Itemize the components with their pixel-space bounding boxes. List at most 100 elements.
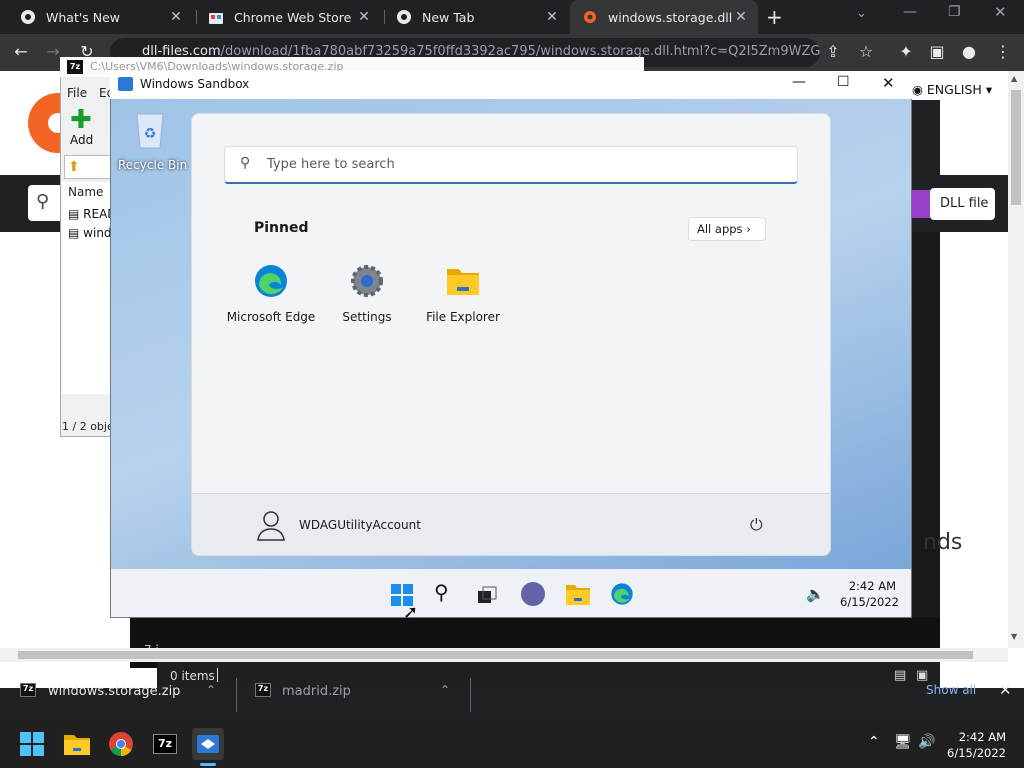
sandbox-taskbar — [111, 569, 911, 617]
task-view-icon[interactable] — [477, 585, 497, 605]
close-window-icon[interactable]: ✕ — [882, 74, 895, 92]
star-icon[interactable]: ☆ — [855, 42, 877, 61]
chevron-up-icon[interactable]: ⌃ — [206, 683, 216, 697]
file-explorer-icon[interactable] — [565, 582, 591, 606]
purple-accent — [910, 190, 930, 218]
7zip-path-bar[interactable]: ⬆ — [64, 155, 114, 179]
web-store-icon — [209, 13, 223, 24]
divider — [236, 678, 237, 712]
tab-new-tab[interactable]: New Tab ✕ — [384, 0, 569, 34]
share-icon[interactable]: ⇪ — [822, 42, 844, 61]
sandbox-taskbar-icon[interactable] — [192, 728, 224, 760]
extensions-icon[interactable]: ✦ — [895, 42, 917, 61]
tab-title: What's New — [46, 9, 121, 25]
h-scroll-thumb[interactable] — [18, 651, 973, 659]
clock-date: 6/15/2022 — [947, 746, 1006, 760]
user-avatar-icon[interactable] — [255, 508, 287, 542]
minimize-icon[interactable]: — — [903, 4, 917, 20]
chevron-up-icon[interactable]: ⌃ — [440, 683, 450, 697]
show-all-button[interactable]: Show all — [926, 683, 976, 697]
dll-file-button[interactable]: DLL file — [930, 188, 995, 220]
close-icon[interactable]: ✕ — [543, 9, 561, 25]
chrome-icon — [397, 10, 411, 24]
recycle-bin-icon[interactable]: ♻ — [132, 108, 168, 150]
all-apps-button[interactable]: All apps › — [688, 217, 766, 241]
close-icon[interactable]: ✕ — [999, 681, 1012, 699]
add-icon[interactable]: ✚ — [70, 107, 92, 133]
page-partial-text: nds — [923, 530, 963, 555]
user-name[interactable]: WDAGUtilityAccount — [299, 518, 421, 532]
add-button-label[interactable]: Add — [70, 133, 93, 147]
divider — [470, 678, 471, 712]
chevron-right-icon: › — [746, 222, 751, 236]
browser-tab-strip: What's New ✕ Chrome Web Store - Ex ✕ New… — [0, 0, 1024, 34]
maximize-icon[interactable]: ☐ — [837, 74, 850, 90]
caret-down-icon: ▾ — [985, 82, 993, 97]
search-input[interactable]: Type here to search — [224, 146, 798, 184]
tab-whats-new[interactable]: What's New ✕ — [8, 0, 193, 34]
file-icon: ▤ — [68, 226, 80, 240]
network-icon[interactable]: 🖥 — [894, 734, 912, 750]
scroll-up-icon[interactable]: ▲ — [1011, 74, 1017, 83]
large-icons-view-icon[interactable]: ▣ — [916, 668, 928, 683]
pinned-app-edge[interactable]: Microsoft Edge — [223, 263, 319, 324]
edge-icon[interactable] — [610, 582, 634, 606]
gear-icon — [584, 11, 596, 23]
tab-chrome-web-store[interactable]: Chrome Web Store - Ex ✕ — [196, 0, 381, 34]
7zip-taskbar-icon[interactable]: 7z — [149, 728, 181, 760]
tab-title: New Tab — [422, 9, 475, 25]
sidepanel-icon[interactable]: ▣ — [926, 42, 948, 61]
scroll-thumb[interactable] — [1011, 90, 1021, 205]
chevron-up-icon[interactable]: ⌃ — [868, 734, 880, 750]
taskbar-clock[interactable]: 2:42 AM 6/15/2022 — [946, 729, 1006, 761]
volume-icon[interactable]: 🔊 — [918, 734, 935, 750]
close-icon[interactable]: ✕ — [167, 9, 185, 25]
back-icon[interactable]: ← — [10, 42, 32, 61]
chrome-icon — [21, 10, 35, 24]
menu-icon[interactable]: ⋮ — [992, 42, 1014, 61]
chat-icon[interactable] — [521, 582, 545, 606]
pinned-app-file-explorer[interactable]: File Explorer — [415, 263, 511, 324]
file-explorer-icon[interactable] — [61, 728, 93, 760]
list-item[interactable]: ▤ wind — [68, 226, 112, 240]
minimize-icon[interactable]: — — [792, 74, 806, 90]
sandbox-icon — [118, 77, 133, 91]
sandbox-clock[interactable]: 2:42 AM 6/15/2022 — [840, 578, 899, 610]
volume-icon[interactable]: 🔈 — [806, 585, 825, 603]
profile-icon[interactable]: ● — [958, 42, 980, 61]
tab-search-icon[interactable]: ⌄ — [856, 6, 867, 21]
close-icon[interactable]: ✕ — [355, 9, 373, 25]
download-item[interactable]: windows.storage.zip — [48, 684, 180, 699]
clock-time: 2:42 AM — [848, 579, 896, 593]
start-menu-footer — [192, 493, 830, 555]
app-label: Microsoft Edge — [226, 310, 316, 324]
power-icon[interactable]: ⏻ — [750, 515, 763, 535]
chrome-icon[interactable] — [105, 728, 137, 760]
svg-text:♻: ♻ — [144, 126, 157, 142]
all-apps-label: All apps — [697, 222, 743, 236]
scroll-down-icon[interactable]: ▼ — [1011, 632, 1017, 641]
restore-icon[interactable]: ❐ — [948, 4, 961, 20]
recycle-bin-label: Recycle Bin — [118, 158, 188, 172]
page-dark-side — [912, 232, 940, 618]
download-item[interactable]: madrid.zip — [282, 684, 351, 699]
explorer-item-count: 0 items — [170, 669, 215, 683]
folder-icon — [447, 269, 479, 295]
details-view-icon[interactable]: ▤ — [894, 668, 906, 683]
file-icon: ▤ — [68, 207, 80, 221]
new-tab-button[interactable]: + — [766, 5, 783, 29]
windows-icon — [20, 732, 44, 756]
up-folder-icon[interactable]: ⬆ — [65, 159, 80, 175]
start-button[interactable] — [16, 728, 48, 760]
menu-file[interactable]: File — [67, 86, 87, 100]
text-caret — [217, 668, 218, 682]
search-icon[interactable]: ⚲ — [434, 580, 449, 604]
explorer-status-strip — [157, 662, 940, 688]
tab-windows-storage-dll[interactable]: windows.storage.dll fre ✕ — [570, 0, 758, 34]
close-icon[interactable]: ✕ — [732, 9, 750, 25]
column-name[interactable]: Name — [68, 185, 103, 199]
close-window-icon[interactable]: ✕ — [994, 3, 1007, 21]
language-selector[interactable]: ◉ ENGLISH ▾ — [912, 82, 992, 97]
7zip-icon: 7z — [67, 60, 83, 74]
pinned-app-settings[interactable]: Settings — [319, 263, 415, 324]
